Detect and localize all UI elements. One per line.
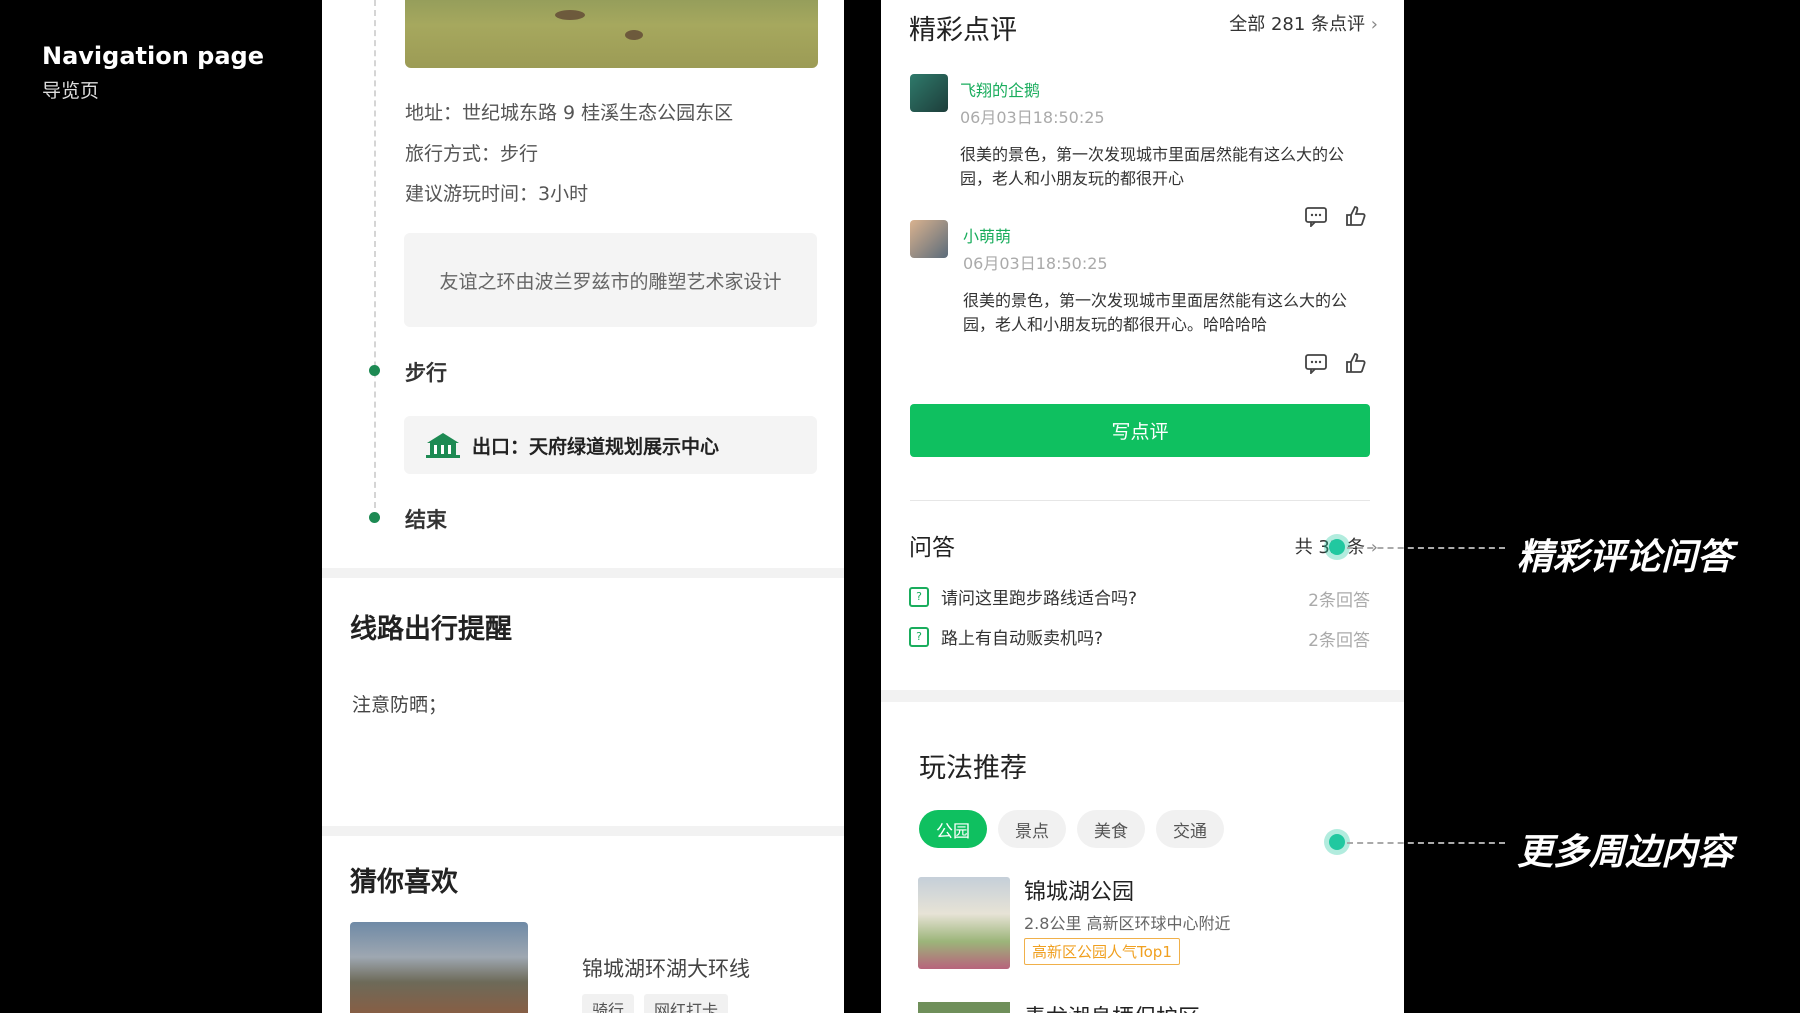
travel-mode-text: 旅行方式：步行 (405, 143, 539, 165)
reviewer-name[interactable]: 小萌萌 (963, 223, 1011, 247)
intro-quote: 友谊之环由波兰罗兹市的雕塑艺术家设计 (404, 233, 817, 327)
play-title: 玩法推荐 (919, 753, 1027, 784)
write-review-button[interactable]: 写点评 (910, 404, 1370, 457)
comment-icon[interactable] (1305, 207, 1327, 232)
park-name[interactable]: 锦城湖公园 (1024, 874, 1134, 906)
section-divider (322, 826, 844, 836)
chip-scenic[interactable]: 景点 (998, 810, 1066, 848)
section-divider (322, 568, 844, 578)
route-tags: 骑行 网红打卡 (582, 994, 729, 1013)
annotation-more-nearby: 更多周边内容 (1517, 832, 1734, 873)
reviews-title: 精彩点评 (909, 15, 1017, 46)
chip-transport[interactable]: 交通 (1156, 810, 1224, 848)
reminder-title: 线路出行提醒 (350, 614, 512, 645)
review-text: 很美的景色，第一次发现城市里面居然能有这么大的公园，老人和小朋友玩的都很开心 (960, 145, 1345, 188)
section-divider (881, 690, 1404, 702)
reviews-panel[interactable]: 精彩点评 全部 281 条点评 › 飞翔的企鹅 06月03日18:50:25 很… (881, 0, 1404, 1013)
tag: 骑行 (582, 994, 635, 1013)
tag: 网红打卡 (644, 994, 729, 1013)
step-end: 结束 (405, 508, 447, 532)
review-text: 很美的景色，第一次发现城市里面居然能有这么大的公园，老人和小朋友玩的都很开心。哈… (963, 291, 1348, 334)
page-subtitle: 导览页 (42, 80, 100, 102)
comment-icon[interactable] (1305, 354, 1327, 379)
scenic-photo (405, 0, 818, 68)
route-detail-panel[interactable]: 地址：世纪城东路 9 桂溪生态公园东区 旅行方式：步行 建议游玩时间：3小时 友… (322, 0, 844, 1013)
step-walk: 步行 (405, 361, 447, 385)
park-distance: 2.8公里 高新区环球中心附近 (1024, 914, 1231, 933)
avatar[interactable] (910, 74, 948, 112)
route-thumbnail[interactable] (350, 922, 528, 1013)
annotation-dot (1329, 834, 1345, 850)
route-name[interactable]: 锦城湖环湖大环线 (582, 953, 750, 983)
qa-title: 问答 (909, 535, 955, 561)
qa-answer-count: 2条回答 (1308, 591, 1370, 611)
annotation-line (1347, 547, 1505, 549)
timeline-line (374, 0, 376, 508)
reminder-text: 注意防晒； (352, 694, 448, 716)
annotation-line (1347, 842, 1505, 844)
next-thumbnail[interactable] (918, 1002, 1010, 1013)
question-icon: ? (909, 626, 929, 647)
chip-food[interactable]: 美食 (1077, 810, 1145, 848)
like-icon[interactable] (1344, 352, 1366, 379)
review-time: 06月03日18:50:25 (960, 108, 1105, 127)
park-thumbnail[interactable] (918, 877, 1010, 969)
address-text: 地址：世纪城东路 9 桂溪生态公园东区 (405, 102, 734, 124)
reviewer-name[interactable]: 飞翔的企鹅 (960, 77, 1040, 101)
avatar[interactable] (910, 220, 948, 258)
timeline-dot-end (369, 512, 380, 523)
qa-question[interactable]: ? 请问这里跑步路线适合吗? (909, 584, 1137, 609)
qa-question[interactable]: ? 路上有自动贩卖机吗? (909, 624, 1103, 649)
building-icon (426, 433, 460, 458)
annotation-dot (1329, 539, 1345, 555)
park-badge: 高新区公园人气Top1 (1024, 938, 1180, 965)
chip-park[interactable]: 公园 (919, 810, 987, 848)
chevron-right-icon: › (1370, 14, 1378, 35)
divider (910, 500, 1370, 501)
suggested-time-text: 建议游玩时间：3小时 (405, 183, 589, 205)
page-title: Navigation page (42, 42, 264, 70)
like-icon[interactable] (1344, 205, 1366, 232)
qa-answer-count: 2条回答 (1308, 631, 1370, 651)
question-icon: ? (909, 586, 929, 607)
annotation-reviews-qa: 精彩评论问答 (1517, 537, 1734, 578)
all-reviews-link[interactable]: 全部 281 条点评 › (1229, 10, 1378, 36)
timeline-dot (369, 365, 380, 376)
review-time: 06月03日18:50:25 (963, 254, 1108, 273)
guess-title: 猜你喜欢 (350, 867, 458, 898)
exit-card[interactable]: 出口：天府绿道规划展示中心 (404, 416, 817, 474)
exit-label: 出口：天府绿道规划展示中心 (472, 435, 720, 458)
next-item-name[interactable]: 青龙湖息栖保护区 (1024, 1000, 1200, 1013)
